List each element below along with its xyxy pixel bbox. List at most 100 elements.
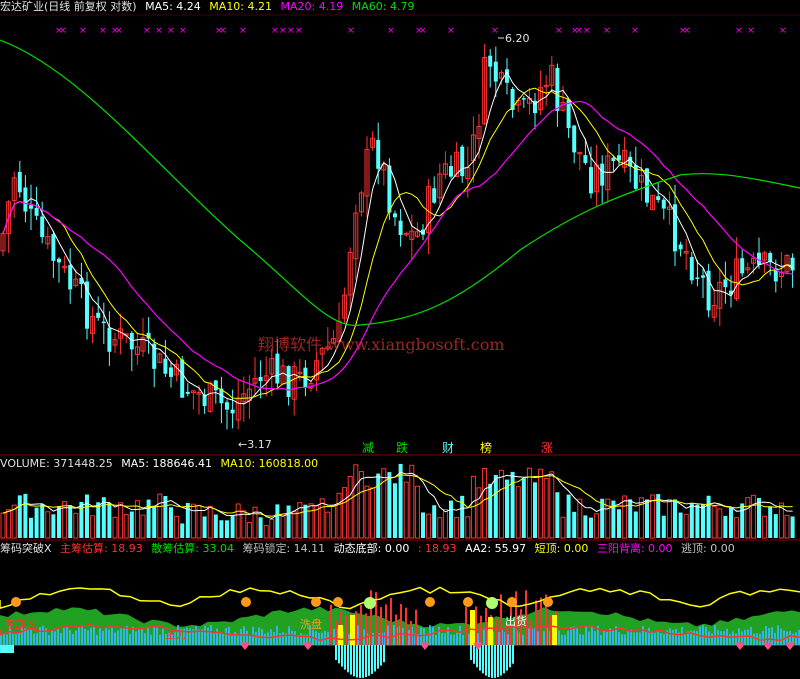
volume-bar bbox=[319, 498, 325, 539]
candle-body bbox=[101, 321, 106, 324]
candle-body bbox=[107, 327, 112, 352]
indicator-label: 洗盘 bbox=[300, 617, 322, 631]
volume-bar bbox=[505, 479, 509, 538]
volume-bar bbox=[353, 464, 359, 539]
volume-bar bbox=[23, 493, 28, 538]
chip-bar bbox=[456, 632, 458, 645]
volume-bar bbox=[465, 516, 471, 539]
peak-marker bbox=[463, 597, 473, 607]
volume-bar bbox=[286, 505, 291, 538]
chip-bar bbox=[294, 631, 296, 645]
candle-body bbox=[68, 265, 73, 290]
chip-bar bbox=[66, 625, 68, 645]
main-chip-bar bbox=[380, 607, 382, 645]
chip-bar-down bbox=[470, 645, 472, 660]
chip-bar bbox=[702, 625, 704, 645]
volume-bar bbox=[62, 501, 68, 539]
chip-bar bbox=[402, 628, 404, 645]
volume-bar bbox=[538, 468, 544, 539]
chip-bar bbox=[273, 631, 275, 645]
chip-bar bbox=[561, 634, 563, 645]
chip-bar bbox=[636, 632, 638, 645]
main-chip-bar bbox=[365, 613, 367, 645]
chip-bar bbox=[75, 630, 77, 645]
volume-bar bbox=[314, 505, 320, 539]
volume-bar bbox=[414, 485, 420, 539]
chip-bar bbox=[78, 627, 80, 645]
volume-bar bbox=[577, 498, 583, 539]
volume-bar bbox=[689, 503, 694, 538]
signal-marker: × bbox=[583, 26, 591, 36]
volume-bar bbox=[347, 476, 353, 539]
chip-bar bbox=[567, 630, 569, 645]
chip-bar bbox=[117, 630, 119, 645]
chip-bar-down bbox=[356, 645, 358, 678]
chip-bar-down bbox=[341, 645, 343, 667]
chip-bar bbox=[387, 625, 389, 645]
candle-body bbox=[225, 402, 229, 410]
chip-bar bbox=[573, 626, 575, 645]
indicator-name: 筹码突破X bbox=[0, 542, 52, 555]
chip-bar bbox=[237, 634, 239, 645]
volume-bar bbox=[225, 520, 229, 538]
volume-bar bbox=[230, 515, 235, 538]
chip-bar bbox=[39, 627, 41, 645]
volume-bar bbox=[308, 503, 314, 539]
chip-bar bbox=[543, 631, 545, 645]
volume-bar bbox=[683, 513, 689, 539]
main-chip-bar bbox=[540, 597, 542, 645]
candle-body bbox=[723, 279, 728, 288]
chip-bar bbox=[462, 634, 464, 645]
chip-bar-down bbox=[506, 645, 508, 671]
volume-bar bbox=[482, 468, 488, 539]
volume-bar bbox=[745, 497, 751, 539]
peak-marker bbox=[543, 597, 553, 607]
volume-bar bbox=[589, 517, 593, 538]
candle-body bbox=[17, 171, 22, 193]
signal-marker: × bbox=[575, 26, 583, 36]
volume-bar bbox=[85, 494, 89, 538]
bottom-marker: ♥ bbox=[473, 640, 483, 653]
chip-bar bbox=[96, 634, 98, 645]
chip-bar bbox=[48, 634, 50, 645]
candle-body bbox=[387, 165, 392, 213]
candle-body bbox=[34, 207, 39, 216]
volume-bar bbox=[169, 507, 173, 538]
peak-marker bbox=[11, 597, 21, 607]
peak-marker bbox=[241, 597, 251, 607]
chip-bar bbox=[99, 627, 101, 645]
main-chip-bar bbox=[345, 616, 347, 645]
volume-bar bbox=[695, 504, 700, 538]
candle-body bbox=[376, 139, 381, 169]
candle-body bbox=[790, 257, 795, 271]
signal-bar bbox=[552, 615, 557, 645]
chip-bar bbox=[216, 628, 218, 645]
chip-bar bbox=[150, 634, 152, 645]
chip-bar bbox=[276, 625, 278, 645]
chip-bar bbox=[780, 628, 782, 645]
value-readout: : 18.93 bbox=[417, 542, 457, 555]
chip-bar bbox=[105, 627, 107, 645]
volume-bar bbox=[442, 508, 448, 539]
candle-body bbox=[185, 391, 190, 394]
chip-bar bbox=[639, 632, 641, 645]
volume-bar bbox=[510, 471, 515, 538]
signal-tag: 跌 bbox=[396, 440, 408, 455]
chip-bar-down bbox=[497, 645, 499, 678]
chip-bar-down bbox=[383, 645, 385, 663]
signal-marker: × bbox=[115, 26, 123, 36]
chip-bar-down bbox=[362, 645, 364, 678]
volume-bar bbox=[711, 505, 717, 539]
chip-bar bbox=[747, 629, 749, 645]
volume-bar bbox=[207, 505, 213, 539]
volume-bar bbox=[152, 505, 157, 538]
signal-marker: × bbox=[683, 26, 691, 36]
signal-marker: × bbox=[99, 26, 107, 36]
chip-bar bbox=[255, 631, 257, 645]
chip-bar bbox=[618, 631, 620, 645]
signal-marker: × bbox=[779, 26, 787, 36]
low-price-label: ←3.17 bbox=[238, 438, 272, 451]
volume-bar bbox=[387, 472, 392, 538]
main-chip-bar bbox=[485, 607, 487, 645]
volume-bar bbox=[666, 498, 672, 539]
